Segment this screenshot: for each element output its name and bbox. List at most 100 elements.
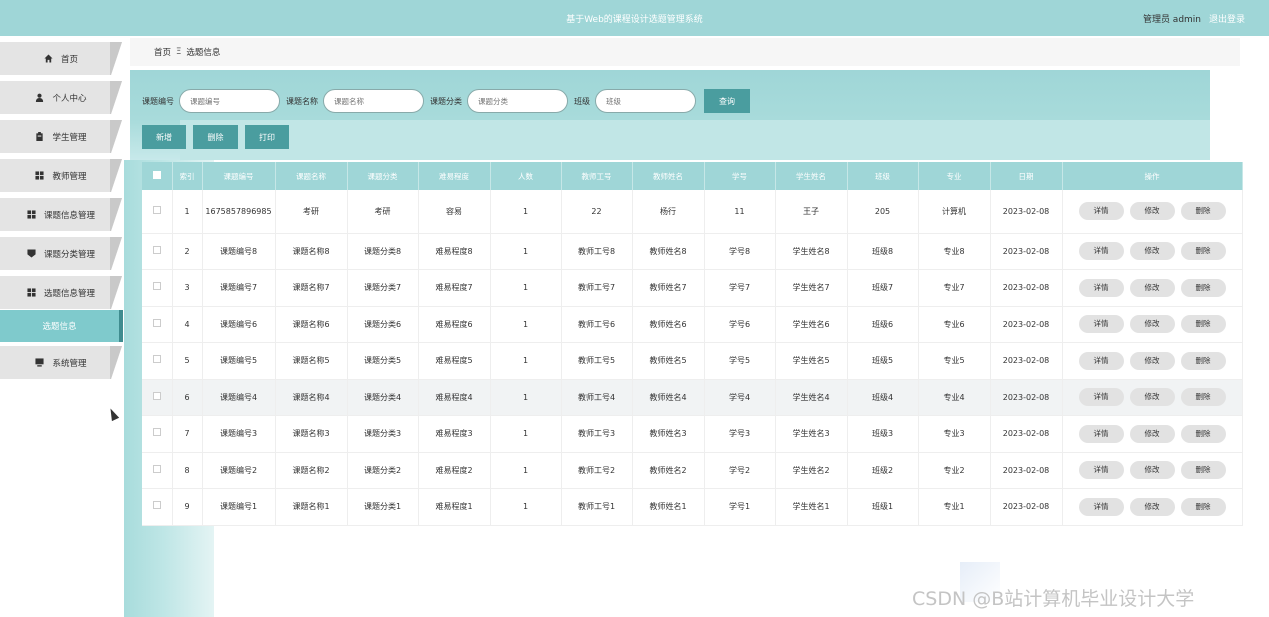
sidebar-item-selection-mgmt[interactable]: 选题信息管理 <box>0 276 122 309</box>
row-checkbox[interactable] <box>152 205 161 214</box>
sidebar-item-home[interactable]: 首页 <box>0 42 122 75</box>
delete-button[interactable]: 删除 <box>1180 242 1226 261</box>
detail-button[interactable]: 详情 <box>1078 351 1124 370</box>
table-row[interactable]: 1 1675857896985 考研 考研 容易 1 22 杨行 11 王子 205 计算机 2023-… <box>142 190 1243 234</box>
sidebar-item-topic-info[interactable]: 课题信息管理 <box>0 198 122 231</box>
column-header[interactable]: 专业 <box>918 162 991 190</box>
edit-button[interactable]: 修改 <box>1129 278 1175 297</box>
column-header[interactable]: 学号 <box>704 162 776 190</box>
delete-button[interactable]: 删除 <box>1180 315 1226 334</box>
table-row[interactable]: 6 课题编号4 课题名称4 课题分类4 难易程度4 1 教师工号4 教师姓名4 学号4 学生姓名4… <box>142 379 1243 416</box>
table-cell: 难易程度3 <box>418 415 491 453</box>
breadcrumb-home[interactable]: 首页 <box>154 46 171 58</box>
grid-icon <box>27 210 36 219</box>
detail-button[interactable]: 详情 <box>1078 424 1124 443</box>
row-checkbox[interactable] <box>152 282 161 291</box>
table-cell: 难易程度8 <box>418 233 491 270</box>
table-cell: 2023-02-08 <box>990 488 1063 526</box>
row-checkbox[interactable] <box>152 355 161 364</box>
add-button[interactable]: 新增 <box>142 125 186 149</box>
column-header[interactable]: 日期 <box>990 162 1063 190</box>
edit-button[interactable]: 修改 <box>1129 424 1175 443</box>
detail-button[interactable]: 详情 <box>1078 315 1124 334</box>
sidebar-item-label: 课题信息管理 <box>43 210 95 221</box>
detail-button[interactable]: 详情 <box>1078 461 1124 480</box>
table-row[interactable]: 4 课题编号6 课题名称6 课题分类6 难易程度6 1 教师工号6 教师姓名6 学号6 学生姓名6… <box>142 306 1243 343</box>
select-all-checkbox[interactable] <box>152 171 161 179</box>
table-row[interactable]: 3 课题编号7 课题名称7 课题分类7 难易程度7 1 教师工号7 教师姓名7 学号7 学生姓名7… <box>142 269 1243 307</box>
class-input[interactable] <box>595 89 696 113</box>
table-cell: 学号6 <box>704 306 776 343</box>
edit-button[interactable]: 修改 <box>1129 497 1175 516</box>
batch-delete-button[interactable]: 删除 <box>193 125 238 149</box>
sidebar-item-profile[interactable]: 个人中心 <box>0 81 122 114</box>
column-header[interactable]: 教师工号 <box>561 162 633 190</box>
row-checkbox[interactable] <box>152 318 161 327</box>
row-select-cell <box>142 233 173 270</box>
table-cell: 课题名称3 <box>275 415 348 453</box>
column-header[interactable]: 课题分类 <box>347 162 419 190</box>
delete-button[interactable]: 删除 <box>1180 388 1226 407</box>
column-header[interactable]: 难易程度 <box>418 162 491 190</box>
row-actions: 详情 修改 删除 <box>1062 415 1243 453</box>
detail-button[interactable]: 详情 <box>1078 388 1124 407</box>
row-checkbox[interactable] <box>152 391 161 400</box>
row-actions: 详情 修改 删除 <box>1062 452 1243 489</box>
delete-button[interactable]: 删除 <box>1180 202 1226 221</box>
table-cell: 教师姓名6 <box>632 306 705 343</box>
row-checkbox[interactable] <box>152 501 161 510</box>
monitor-icon <box>35 358 45 367</box>
row-select-cell <box>142 269 173 307</box>
table-cell: 学号7 <box>704 269 776 307</box>
row-actions: 详情 修改 删除 <box>1062 269 1243 307</box>
sidebar-item-system[interactable]: 系统管理 <box>0 346 122 379</box>
topic-name-input[interactable] <box>323 89 424 113</box>
table-cell: 学生姓名6 <box>775 306 848 343</box>
sidebar-subitem-selection-info[interactable]: 选题信息 <box>0 310 123 342</box>
table-cell: 考研 <box>347 190 419 234</box>
edit-button[interactable]: 修改 <box>1129 388 1175 407</box>
row-checkbox[interactable] <box>152 464 161 473</box>
row-select-cell <box>142 452 173 489</box>
table-cell: 9 <box>172 488 203 526</box>
row-checkbox[interactable] <box>152 245 161 254</box>
topic-category-input[interactable] <box>467 89 568 113</box>
delete-button[interactable]: 删除 <box>1180 424 1226 443</box>
column-header[interactable]: 课题名称 <box>275 162 348 190</box>
edit-button[interactable]: 修改 <box>1129 461 1175 480</box>
delete-button[interactable]: 删除 <box>1180 461 1226 480</box>
table-row[interactable]: 8 课题编号2 课题名称2 课题分类2 难易程度2 1 教师工号2 教师姓名2 学号2 学生姓名2… <box>142 452 1243 489</box>
column-header[interactable]: 课题编号 <box>202 162 276 190</box>
sidebar-item-students[interactable]: 学生管理 <box>0 120 122 153</box>
column-header[interactable]: 教师姓名 <box>632 162 705 190</box>
query-button[interactable]: 查询 <box>704 89 750 113</box>
row-actions: 详情 修改 删除 <box>1062 488 1243 526</box>
sidebar-item-teachers[interactable]: 教师管理 <box>0 159 122 192</box>
table-row[interactable]: 9 课题编号1 课题名称1 课题分类1 难易程度1 1 教师工号1 教师姓名1 学号1 学生姓名1… <box>142 488 1243 526</box>
delete-button[interactable]: 删除 <box>1180 278 1226 297</box>
table-cell: 考研 <box>275 190 348 234</box>
column-header[interactable]: 学生姓名 <box>775 162 848 190</box>
sidebar-item-topic-category[interactable]: 课题分类管理 <box>0 237 122 270</box>
table-row[interactable]: 2 课题编号8 课题名称8 课题分类8 难易程度8 1 教师工号8 教师姓名8 学号8 学生姓名8… <box>142 233 1243 270</box>
delete-button[interactable]: 删除 <box>1180 351 1226 370</box>
edit-button[interactable]: 修改 <box>1129 202 1175 221</box>
row-checkbox[interactable] <box>152 428 161 437</box>
table-cell: 2023-02-08 <box>990 306 1063 343</box>
edit-button[interactable]: 修改 <box>1129 242 1175 261</box>
topic-number-input[interactable] <box>179 89 280 113</box>
edit-button[interactable]: 修改 <box>1129 315 1175 334</box>
detail-button[interactable]: 详情 <box>1078 202 1124 221</box>
detail-button[interactable]: 详情 <box>1078 497 1124 516</box>
delete-button[interactable]: 删除 <box>1180 497 1226 516</box>
logout-link[interactable]: 退出登录 <box>1209 12 1245 25</box>
print-button[interactable]: 打印 <box>245 125 289 149</box>
tag-icon <box>27 249 36 258</box>
column-header[interactable]: 人数 <box>490 162 562 190</box>
detail-button[interactable]: 详情 <box>1078 242 1124 261</box>
table-row[interactable]: 5 课题编号5 课题名称5 课题分类5 难易程度5 1 教师工号5 教师姓名5 学号5 学生姓名5… <box>142 342 1243 380</box>
column-header[interactable]: 班级 <box>847 162 919 190</box>
edit-button[interactable]: 修改 <box>1129 351 1175 370</box>
table-row[interactable]: 7 课题编号3 课题名称3 课题分类3 难易程度3 1 教师工号3 教师姓名3 学号3 学生姓名3… <box>142 415 1243 453</box>
detail-button[interactable]: 详情 <box>1078 278 1124 297</box>
